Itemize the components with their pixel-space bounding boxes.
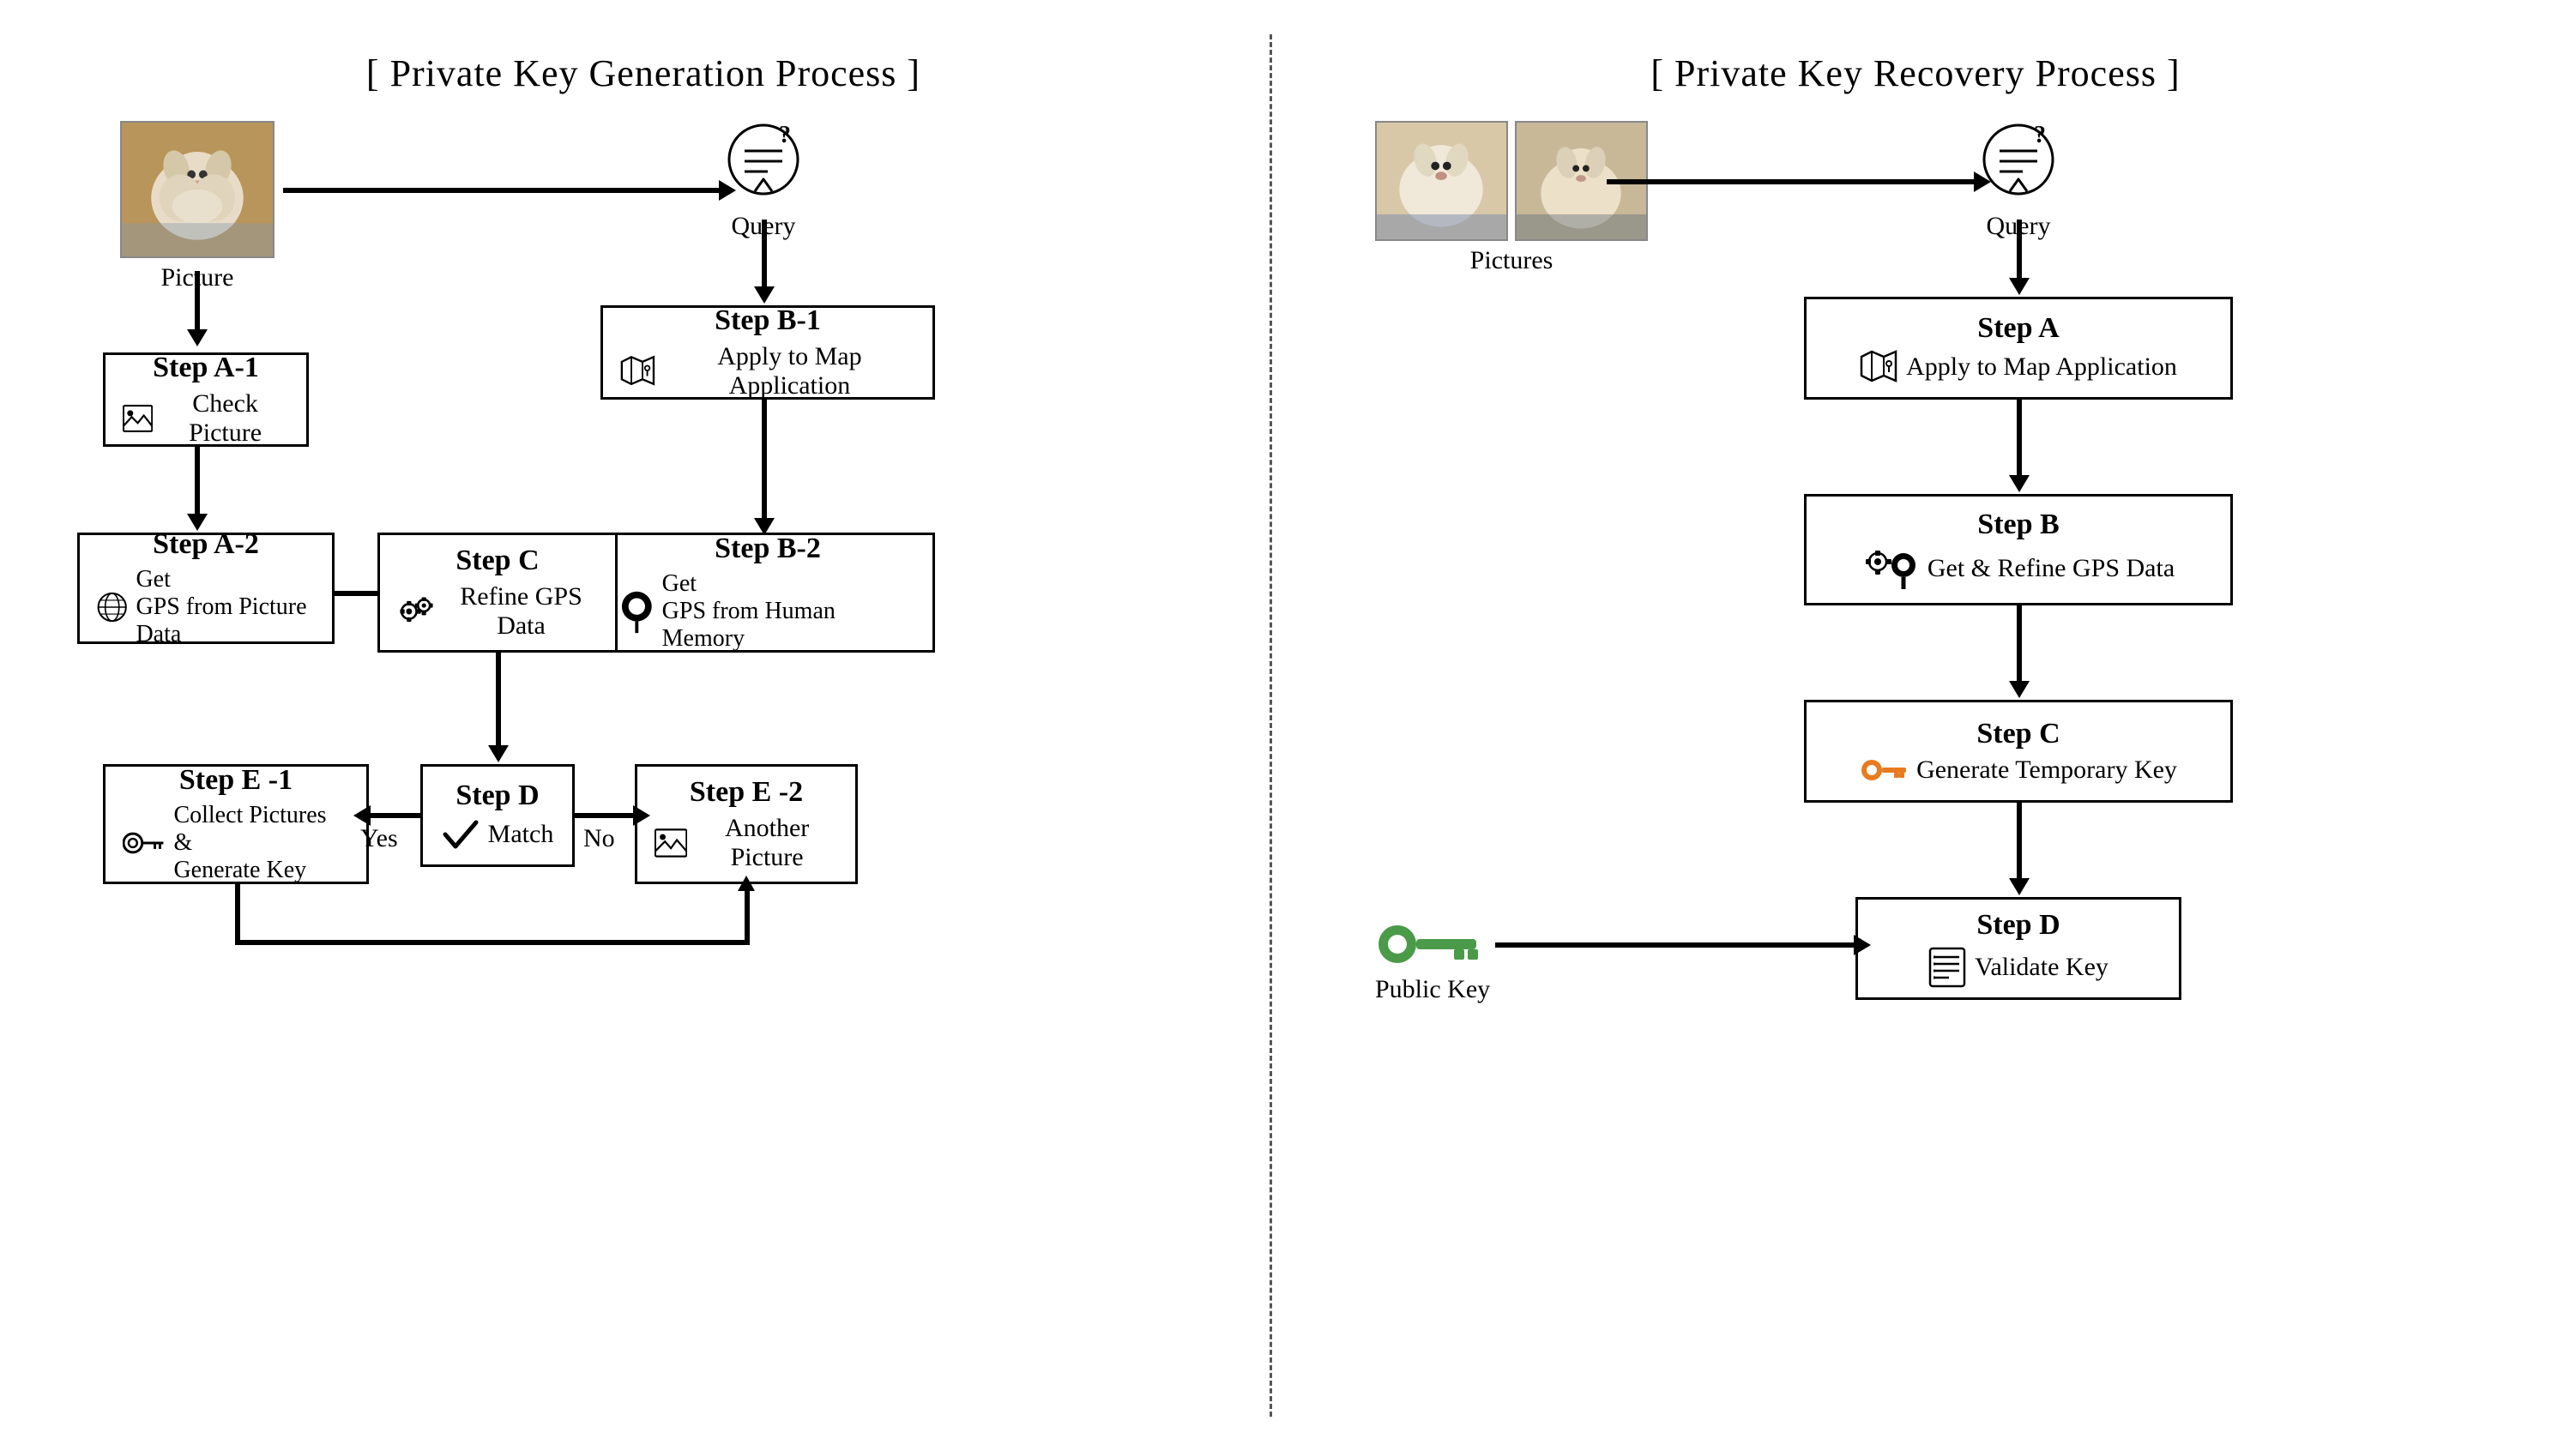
svg-text:?: ? — [779, 122, 791, 148]
step-a2-box: Step A-2 GetGPS from Picture Data — [77, 533, 335, 644]
arrow-d-to-e2 — [575, 813, 635, 818]
step-a1-label: Step A-1 — [153, 352, 259, 384]
arrow-query-to-b1 — [762, 220, 767, 288]
step-c-right-label: Step C — [1976, 718, 2060, 750]
step-b2-label: Step B-2 — [715, 533, 821, 565]
step-b2-text: GetGPS from Human Memory — [662, 570, 915, 653]
step-e2-label: Step E -2 — [690, 776, 803, 809]
step-a1-text: Check Picture — [161, 389, 289, 448]
arrow-d-to-e1 — [369, 813, 420, 818]
arrow-photos-to-query — [1607, 179, 1976, 184]
arrow-e2-up — [738, 876, 755, 891]
dog-photos-right: Pictures — [1375, 121, 1648, 275]
step-b2-content: GetGPS from Human Memory — [620, 570, 915, 653]
arrow-feedback-h — [235, 940, 750, 945]
no-label: No — [583, 824, 615, 853]
dog-photo-left: Picture — [120, 121, 274, 292]
step-b-label: Step B — [1977, 509, 2059, 541]
step-a2-content: GetGPS from Picture Data — [97, 566, 315, 648]
list-icon — [1928, 947, 1966, 988]
key-icon-e1 — [123, 830, 165, 856]
picture-icon — [123, 403, 153, 434]
step-d-text: Match — [488, 820, 554, 849]
map-icon-a — [1860, 350, 1897, 384]
step-c-box: Step C — [377, 533, 618, 653]
step-d-label: Step D — [455, 780, 539, 812]
arrow-pubkey-to-d — [1495, 942, 1855, 948]
step-e2-text: Another Picture — [696, 814, 838, 872]
step-e2-box: Step E -2 Another Picture — [635, 764, 858, 884]
step-a2-label: Step A-2 — [153, 528, 259, 561]
step-c-text: Refine GPS Data — [444, 582, 598, 641]
step-b-box: Step B Get & Ref — [1804, 494, 2233, 605]
gear-icon-c — [397, 593, 436, 630]
step-b2-box: Step B-2 GetGPS from Human Memory — [600, 533, 935, 653]
left-flow-area: Picture ? — [51, 121, 1235, 1400]
step-e1-box: Step E -1 Collect Pictures &Generate Key — [103, 764, 369, 884]
step-a-box: Step A Apply to Map Application — [1804, 297, 2233, 400]
step-e1-label: Step E -1 — [179, 764, 293, 797]
pin-icon — [620, 589, 654, 634]
left-panel: [ Private Key Generation Process ] — [17, 34, 1272, 1417]
arrow-e2-feedback-v — [745, 884, 750, 944]
step-b1-text: Apply to Map Application — [664, 342, 915, 400]
dog-photo-right-1 — [1375, 121, 1508, 241]
arrow-b1-to-b2 — [762, 400, 767, 520]
step-c-label: Step C — [455, 545, 539, 577]
step-a2-text: GetGPS from Picture Data — [136, 566, 315, 648]
arrow-b-to-c — [2017, 605, 2022, 683]
gear-pin-icon — [1862, 546, 1919, 591]
step-e1-content: Collect Pictures &Generate Key — [123, 802, 349, 884]
step-a-label: Step A — [1977, 312, 2059, 345]
right-panel-title: [ Private Key Recovery Process ] — [1324, 51, 2507, 95]
step-e2-content: Another Picture — [655, 814, 838, 872]
step-a-content: Apply to Map Application — [1860, 350, 2177, 384]
arrow-c-to-d — [496, 653, 501, 747]
step-d-right-text: Validate Key — [1975, 953, 2108, 982]
key-icon-orange — [1860, 758, 1908, 782]
right-panel: [ Private Key Recovery Process ] — [1272, 34, 2559, 1417]
query-icon-right: ? — [1976, 121, 2061, 207]
arrow-pic-to-query — [283, 188, 721, 193]
step-e1-text: Collect Pictures &Generate Key — [173, 802, 349, 884]
arrow-pic-to-a1 — [195, 271, 200, 331]
svg-text:?: ? — [2034, 122, 2046, 148]
arrow-c-to-d-right — [2017, 803, 2022, 880]
step-c-right-text: Generate Temporary Key — [1916, 756, 2177, 785]
checkmark-icon — [442, 817, 480, 852]
step-d-right-content: Validate Key — [1928, 947, 2108, 988]
step-b-content: Get & Refine GPS Data — [1862, 546, 2175, 591]
arrow-a1-to-a2 — [195, 447, 200, 515]
picture-icon-e2 — [655, 827, 687, 859]
step-b1-content: Apply to Map Application — [620, 342, 915, 400]
public-key-caption: Public Key — [1375, 975, 1490, 1004]
step-b-text: Get & Refine GPS Data — [1927, 554, 2175, 583]
globe-icon — [97, 588, 127, 626]
step-d-right-label: Step D — [1976, 909, 2060, 942]
yes-label: Yes — [360, 824, 398, 853]
step-c-right-box: Step C Generate Temporary Key — [1804, 700, 2233, 803]
step-d-box: Step D Match — [420, 764, 575, 867]
step-a-text: Apply to Map Application — [1906, 352, 2177, 382]
arrow-e1-feedback-v — [235, 884, 240, 944]
pictures-caption: Pictures — [1470, 246, 1553, 275]
step-c-right-content: Generate Temporary Key — [1860, 756, 2177, 785]
left-panel-title: [ Private Key Generation Process ] — [51, 51, 1235, 95]
step-a1-box: Step A-1 Check Picture — [103, 352, 309, 447]
dog-photo-img — [120, 121, 274, 258]
step-b1-box: Step B-1 Apply to Map Application — [600, 305, 935, 400]
step-b1-label: Step B-1 — [715, 304, 821, 337]
public-key-area: Public Key — [1375, 918, 1490, 1004]
step-c-content: Refine GPS Data — [397, 582, 598, 641]
arrow-a-to-b — [2017, 400, 2022, 477]
step-d-content: Match — [442, 817, 554, 852]
step-a1-content: Check Picture — [123, 389, 289, 448]
step-d-right-box: Step D Validate Key — [1855, 897, 2181, 1000]
arrow-query-to-a — [2017, 220, 2022, 280]
public-key-icon — [1377, 918, 1488, 970]
right-flow-area: Pictures ? Query — [1324, 121, 2507, 1400]
map-icon-b1 — [620, 354, 655, 388]
